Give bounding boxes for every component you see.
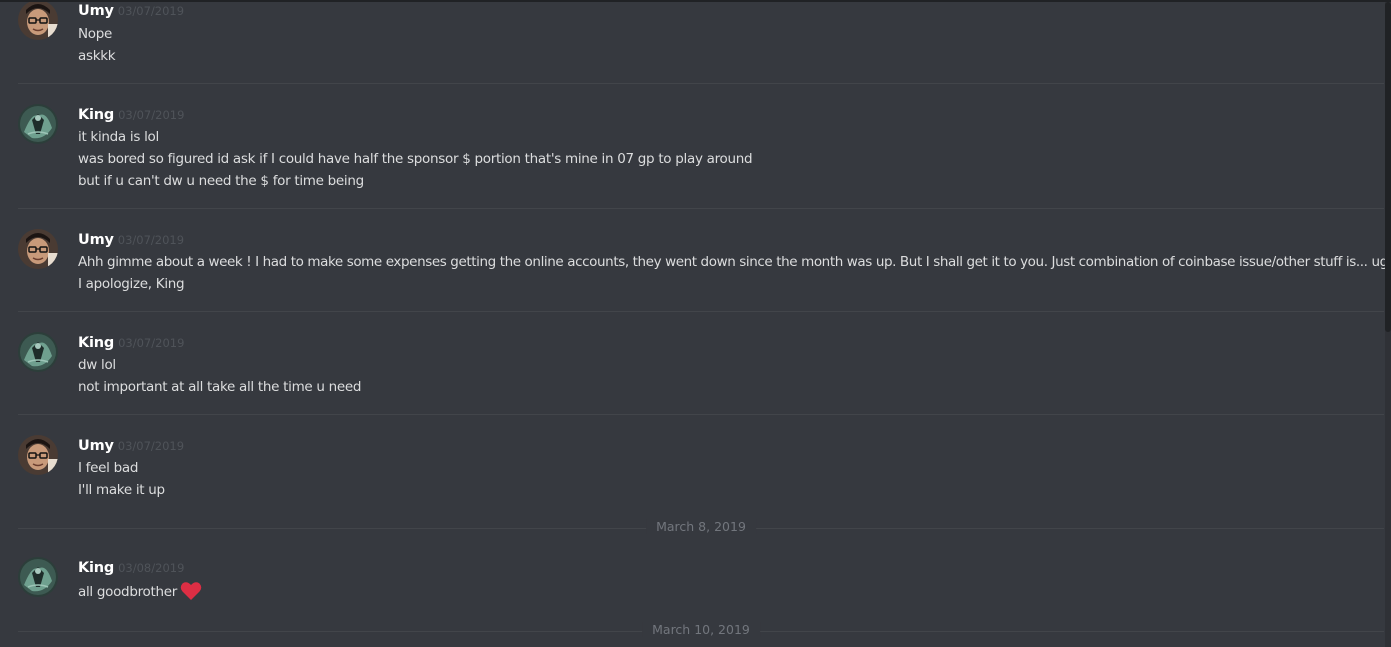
scrollbar-thumb[interactable] bbox=[1385, 2, 1391, 332]
message-text: it kinda is lol bbox=[78, 129, 159, 145]
heart-emoji bbox=[180, 581, 202, 606]
message-header: King 03/07/2019 bbox=[78, 104, 184, 123]
username[interactable]: King bbox=[78, 335, 114, 351]
message-header: King 03/08/2019 bbox=[78, 557, 184, 576]
message-header: King 03/07/2019 bbox=[78, 332, 184, 351]
king-avatar[interactable] bbox=[18, 557, 58, 597]
username[interactable]: Umy bbox=[78, 438, 114, 454]
date-divider: March 10, 2019 bbox=[18, 622, 1384, 637]
message-text: all goodbrother bbox=[78, 581, 202, 606]
timestamp: 03/07/2019 bbox=[117, 439, 185, 453]
date-divider: March 8, 2019 bbox=[18, 519, 1384, 534]
message-text: I'll make it up bbox=[78, 482, 165, 498]
message-text: was bored so figured id ask if I could h… bbox=[78, 151, 753, 167]
date-divider-label: March 8, 2019 bbox=[646, 519, 756, 534]
message-text: I feel bad bbox=[78, 460, 139, 476]
message-text: I apologize, King bbox=[78, 276, 185, 292]
message-group: King 03/07/2019 it kinda is lol was bored… bbox=[18, 84, 1384, 209]
king-avatar[interactable] bbox=[18, 332, 58, 372]
message-header: Umy 03/07/2019 bbox=[78, 229, 184, 248]
username[interactable]: Umy bbox=[78, 3, 114, 19]
message-group: Umy 03/07/2019 Nope askkk bbox=[18, 2, 1384, 84]
message-header: Umy 03/07/2019 bbox=[78, 2, 185, 19]
username[interactable]: Umy bbox=[78, 232, 114, 248]
message-header: Umy 03/07/2019 bbox=[78, 435, 184, 454]
message-text: but if u can't dw u need the $ for time … bbox=[78, 173, 364, 189]
timestamp: 03/07/2019 bbox=[118, 108, 185, 122]
username[interactable]: King bbox=[78, 107, 114, 123]
king-avatar[interactable] bbox=[18, 104, 58, 144]
message-text: Nope bbox=[78, 26, 113, 42]
message-text: dw lol bbox=[78, 357, 116, 373]
umy-avatar[interactable] bbox=[18, 435, 58, 475]
username[interactable]: King bbox=[78, 560, 114, 576]
umy-avatar[interactable] bbox=[18, 2, 58, 40]
message-group: Umy 03/07/2019 I feel bad I'll make it up bbox=[18, 415, 1384, 515]
message-text: askkk bbox=[78, 48, 116, 64]
timestamp: 03/08/2019 bbox=[118, 561, 185, 575]
message-text: Ahh gimme about a week ! I had to make s… bbox=[78, 254, 1391, 270]
timestamp: 03/07/2019 bbox=[117, 233, 185, 247]
umy-avatar[interactable] bbox=[18, 229, 58, 269]
date-divider-label: March 10, 2019 bbox=[642, 622, 760, 637]
timestamp: 03/07/2019 bbox=[117, 4, 185, 18]
message-group: King 03/07/2019 dw lol not important at a… bbox=[18, 312, 1384, 415]
chat-messages-pane[interactable]: Umy 03/07/2019 Nope askkk King 03/07/2019 … bbox=[0, 0, 1391, 647]
message-text-content: all goodbrother bbox=[78, 584, 178, 600]
timestamp: 03/07/2019 bbox=[118, 336, 185, 350]
message-text: not important at all take all the time u… bbox=[78, 379, 362, 395]
scrollbar-track[interactable] bbox=[1385, 2, 1391, 647]
message-group: Umy 03/07/2019 Ahh gimme about a week ! I… bbox=[18, 209, 1391, 312]
message-group: King 03/08/2019 all goodbrother bbox=[18, 538, 1384, 618]
